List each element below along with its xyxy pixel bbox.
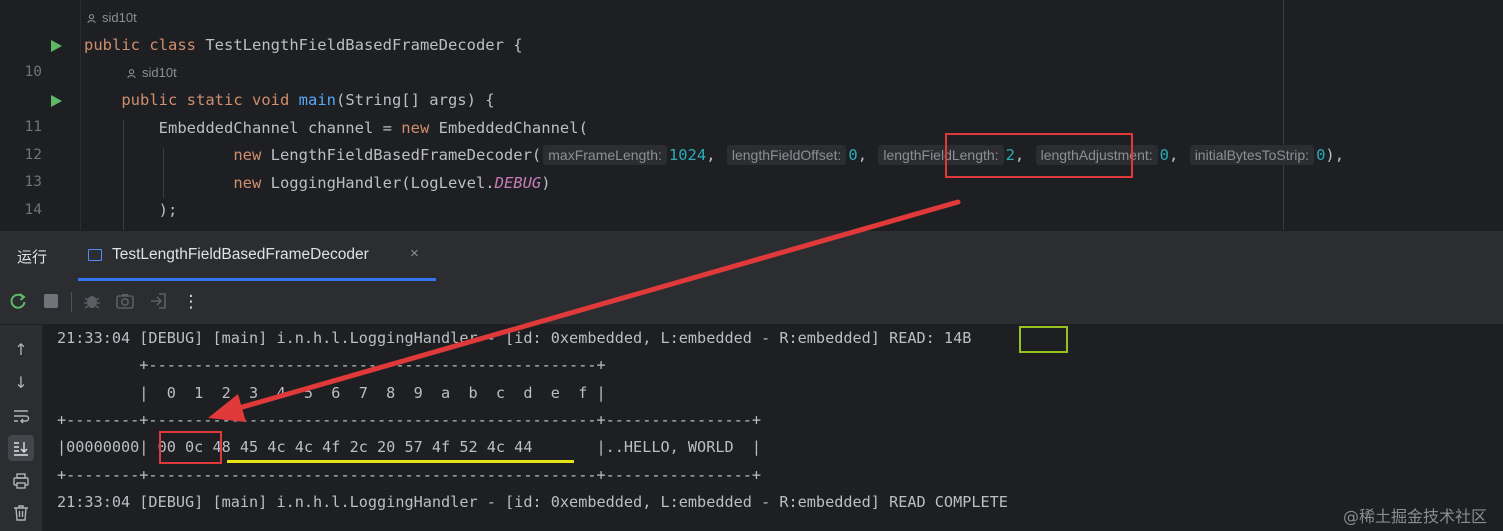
toolbar-separator [71, 292, 72, 312]
scroll-to-end-icon[interactable] [8, 435, 34, 461]
code-line: 14 new LoggingHandler(LogLevel.DEBUG) [0, 170, 551, 218]
watermark: @稀土掘金技术社区 [1342, 507, 1487, 526]
code-token: public [121, 91, 187, 109]
person-icon [87, 14, 96, 23]
code-token: DEBUG [494, 174, 542, 192]
code-token: LoggingHandler(LogLevel. [270, 174, 495, 192]
run-gutter-icon[interactable] [51, 95, 62, 107]
code-token: new [233, 146, 271, 164]
code-text: public class TestLengthFieldBasedFrameDe… [84, 32, 523, 59]
code-text: public static void main(String[] args) { [84, 87, 495, 114]
code-text: EmbeddedChannel channel = new EmbeddedCh… [84, 115, 588, 142]
parameter-hint: initialBytesToStrip: [1189, 145, 1315, 165]
print-icon[interactable] [8, 468, 34, 494]
debug-icon[interactable] [81, 291, 103, 313]
run-gutter-icon[interactable] [51, 40, 62, 52]
code-token: ), [1325, 146, 1345, 164]
console-line: 21:33:04 [DEBUG] [main] i.n.h.l.LoggingH… [57, 329, 972, 347]
code-token: ); [84, 201, 178, 219]
parameter-hint: maxFrameLength: [543, 145, 667, 165]
screenshot-icon[interactable] [114, 291, 136, 313]
code-token: 0 [1159, 146, 1170, 164]
console-side-toolbar: ↑ ↓ [0, 325, 42, 531]
code-token: public [84, 36, 150, 54]
line-number: 10 [24, 64, 42, 80]
gutter-separator [80, 0, 81, 230]
tab-run-configuration[interactable]: TestLengthFieldBasedFrameDecoder × [78, 231, 436, 281]
console-output[interactable]: 21:33:04 [DEBUG] [main] i.n.h.l.LoggingH… [42, 325, 1503, 531]
length-bytes-highlight-box [159, 431, 222, 464]
code-token: new [401, 119, 439, 137]
console-line: +--------+------------------------------… [57, 466, 762, 484]
console-line: 21:33:04 [DEBUG] [main] i.n.h.l.LoggingH… [57, 493, 1008, 511]
code-text: new LengthFieldBasedFrameDecoder(maxFram… [84, 142, 1344, 169]
soft-wrap-icon[interactable] [8, 403, 34, 429]
code-token: static [186, 91, 252, 109]
console-line: | 0 1 2 3 4 5 6 7 8 9 a b c d e f | [57, 384, 606, 402]
code-token: EmbeddedChannel( [438, 119, 588, 137]
down-arrow-icon[interactable]: ↓ [8, 370, 34, 396]
console-line: +---------------------------------------… [57, 356, 606, 374]
code-editor[interactable]: sid10t 10 public class TestLengthFieldBa… [0, 0, 1503, 230]
right-margin-guide [1283, 0, 1284, 230]
run-tool-window-header: 运行 TestLengthFieldBasedFrameDecoder × [0, 230, 1503, 281]
close-icon[interactable]: × [410, 245, 419, 262]
parameter-hint: lengthFieldOffset: [726, 145, 847, 165]
exit-icon[interactable] [147, 291, 169, 313]
person-icon [127, 69, 136, 78]
code-line: 11 public static void main(String[] args… [0, 87, 495, 135]
code-text: new LoggingHandler(LogLevel.DEBUG) [84, 170, 551, 197]
code-line: 15 ); [0, 197, 178, 230]
code-token: , [857, 146, 877, 164]
console-line: +--------+------------------------------… [57, 411, 762, 429]
code-token: void [251, 91, 299, 109]
code-line: 13 new LengthFieldBasedFrameDecoder(maxF… [0, 142, 1344, 190]
code-token: class [149, 36, 206, 54]
code-token: EmbeddedChannel channel = [84, 119, 402, 137]
tool-window-title: 运行 [17, 249, 48, 266]
length-field-highlight-box [945, 133, 1133, 178]
code-token: (String[] args) { [335, 91, 495, 109]
run-toolbar: ⋮ [0, 281, 1503, 325]
code-token: new [233, 174, 271, 192]
payload-underline [227, 460, 574, 463]
code-line: 10 public class TestLengthFieldBasedFram… [0, 32, 523, 80]
code-token: ) [541, 174, 551, 192]
code-token: TestLengthFieldBasedFrameDecoder { [205, 36, 523, 54]
up-arrow-icon[interactable]: ↑ [8, 337, 34, 363]
code-token: , [706, 146, 725, 164]
code-token: 0 [848, 146, 858, 164]
code-token: 1024 [668, 146, 707, 164]
code-author-hint[interactable]: sid10t [87, 7, 137, 29]
read-size-highlight-box [1019, 326, 1068, 353]
rerun-icon[interactable] [7, 291, 29, 313]
code-token: LengthFieldBasedFrameDecoder( [270, 146, 542, 164]
stop-icon[interactable] [40, 291, 62, 313]
trash-icon[interactable] [8, 500, 34, 526]
console-icon [88, 249, 102, 261]
code-token: , [1169, 146, 1188, 164]
tab-label: TestLengthFieldBasedFrameDecoder [112, 246, 369, 263]
code-text: ); [84, 197, 178, 224]
code-author-hint[interactable]: sid10t [127, 62, 177, 84]
code-line: 12 EmbeddedChannel channel = new Embedde… [0, 115, 588, 163]
more-icon[interactable]: ⋮ [180, 291, 202, 313]
code-token: main [298, 91, 336, 109]
